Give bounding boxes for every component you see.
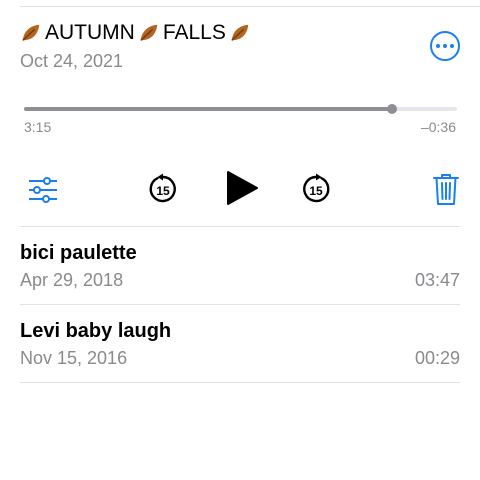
- skip-back-15-icon[interactable]: 15: [147, 173, 179, 205]
- recording-date: Nov 15, 2016: [20, 348, 128, 368]
- more-dot-icon: [443, 44, 447, 48]
- list-divider: [20, 382, 460, 383]
- fallen-leaf-icon: [22, 24, 40, 41]
- elapsed-time: 3:15: [24, 119, 52, 135]
- title-text-part2: FALLS: [162, 21, 226, 44]
- list-divider: [20, 226, 460, 227]
- title-text-part1: AUTUMN: [45, 21, 135, 44]
- more-dot-icon: [436, 44, 440, 48]
- top-divider: [20, 6, 480, 7]
- recording-title: AUTUMN FALLS: [20, 20, 254, 46]
- remaining-time: –0:36: [420, 119, 456, 135]
- skip-forward-15-icon[interactable]: 15: [300, 173, 332, 205]
- trash-icon[interactable]: [432, 172, 460, 206]
- filter-icon[interactable]: [28, 175, 58, 205]
- recording-name: Levi baby laugh: [20, 320, 172, 342]
- fallen-leaf-icon: [140, 24, 158, 41]
- fallen-leaf-icon: [231, 24, 249, 41]
- play-icon[interactable]: [224, 169, 260, 207]
- skip-forward-label: 15: [309, 184, 323, 198]
- skip-back-label: 15: [156, 184, 170, 198]
- list-divider: [20, 304, 460, 305]
- scrubber-progress: [24, 107, 393, 111]
- scrubber-handle[interactable]: [387, 104, 398, 114]
- recording-duration: 00:29: [414, 348, 460, 368]
- playback-scrubber[interactable]: [24, 104, 457, 114]
- more-options-button[interactable]: [430, 31, 460, 61]
- recording-name: bici paulette: [20, 242, 137, 264]
- recording-date: Oct 24, 2021: [20, 51, 124, 71]
- recording-duration: 03:47: [414, 270, 460, 290]
- recording-date: Apr 29, 2018: [20, 270, 124, 290]
- more-dot-icon: [450, 44, 454, 48]
